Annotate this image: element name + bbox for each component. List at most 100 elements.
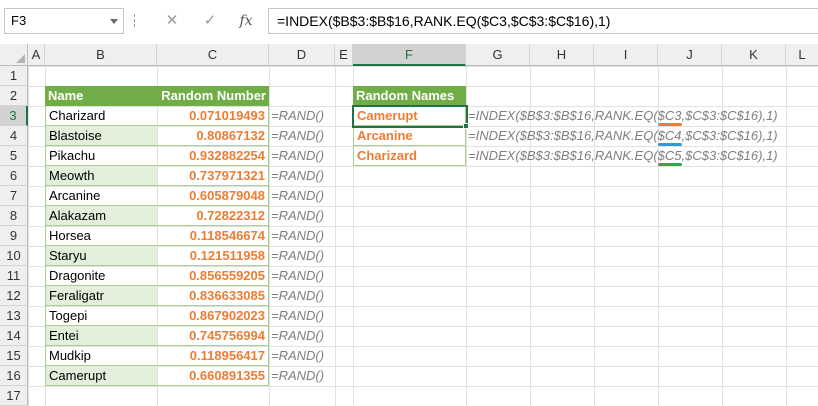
- formula-input[interactable]: =INDEX($B$3:$B$16,RANK.EQ($C3,$C$3:$C$16…: [268, 8, 818, 34]
- formula-bar-grip-icon[interactable]: [132, 12, 136, 30]
- enter-icon[interactable]: ✓: [196, 8, 224, 34]
- formula-cell-reference: $C3: [657, 108, 682, 126]
- row-header-14[interactable]: 14: [0, 326, 28, 346]
- formula-text-suffix: ,$C$3:$C$16),1): [681, 108, 778, 123]
- rand-formula-note: =RAND(): [271, 168, 325, 183]
- name-cell[interactable]: Charizard: [45, 106, 157, 126]
- row-header-4[interactable]: 4: [0, 126, 28, 146]
- random-number-cell[interactable]: 0.118546674: [157, 226, 269, 246]
- cancel-icon[interactable]: ✕: [158, 8, 186, 34]
- random-number-cell[interactable]: 0.836633085: [157, 286, 269, 306]
- formula-text-prefix: =INDEX($B$3:$B$16,RANK.EQ(: [468, 128, 658, 143]
- name-cell[interactable]: Staryu: [45, 246, 157, 266]
- formula-text-suffix: ,$C$3:$C$16),1): [681, 128, 778, 143]
- rand-formula-note: =RAND(): [271, 228, 325, 243]
- row-header-11[interactable]: 11: [0, 266, 28, 286]
- row-header-8[interactable]: 8: [0, 206, 28, 226]
- name-cell[interactable]: Horsea: [45, 226, 157, 246]
- table-header-name[interactable]: Name: [45, 86, 157, 106]
- insert-function-icon[interactable]: fx: [232, 8, 260, 34]
- row-header-3[interactable]: 3: [0, 106, 28, 126]
- column-header-d[interactable]: D: [269, 44, 335, 66]
- formula-text-prefix: =INDEX($B$3:$B$16,RANK.EQ(: [468, 108, 658, 123]
- rand-formula-note: =RAND(): [271, 128, 325, 143]
- index-formula-note: =INDEX($B$3:$B$16,RANK.EQ($C4 ,$C$3:$C$16…: [467, 126, 787, 146]
- column-header-i[interactable]: I: [594, 44, 658, 66]
- random-name-cell[interactable]: Arcanine: [353, 126, 466, 146]
- name-cell[interactable]: Togepi: [45, 306, 157, 326]
- name-box[interactable]: F3: [4, 8, 124, 34]
- select-all-corner[interactable]: [0, 44, 28, 66]
- name-cell[interactable]: Blastoise: [45, 126, 157, 146]
- row-header-2[interactable]: 2: [0, 86, 28, 106]
- name-cell[interactable]: Dragonite: [45, 266, 157, 286]
- random-number-cell[interactable]: 0.72822312: [157, 206, 269, 226]
- row-header-16[interactable]: 16: [0, 366, 28, 386]
- row-header-1[interactable]: 1: [0, 66, 28, 86]
- name-cell[interactable]: Camerupt: [45, 366, 157, 386]
- random-number-cell[interactable]: 0.80867132: [157, 126, 269, 146]
- row-header-17[interactable]: 17: [0, 386, 28, 406]
- formula-cell-reference: $C5: [657, 148, 682, 166]
- name-cell[interactable]: Pikachu: [45, 146, 157, 166]
- row-header-12[interactable]: 12: [0, 286, 28, 306]
- column-header-e[interactable]: E: [335, 44, 353, 66]
- reference-highlight-underline: [657, 163, 682, 166]
- name-box-dropdown-icon[interactable]: [110, 19, 118, 24]
- row-header-5[interactable]: 5: [0, 146, 28, 166]
- random-number-cell[interactable]: 0.745756994: [157, 326, 269, 346]
- index-formula-note: =INDEX($B$3:$B$16,RANK.EQ($C5 ,$C$3:$C$16…: [467, 146, 787, 166]
- rand-formula-note: =RAND(): [271, 108, 325, 123]
- rand-formula-note: =RAND(): [271, 208, 325, 223]
- rand-formula-note: =RAND(): [271, 148, 325, 163]
- random-number-cell[interactable]: 0.867902023: [157, 306, 269, 326]
- formula-bar: F3 ✕ ✓ fx =INDEX($B$3:$B$16,RANK.EQ($C3,…: [0, 0, 818, 44]
- column-header-a[interactable]: A: [28, 44, 45, 66]
- row-header-10[interactable]: 10: [0, 246, 28, 266]
- rand-formula-note: =RAND(): [271, 308, 325, 323]
- row-header-15[interactable]: 15: [0, 346, 28, 366]
- column-header-k[interactable]: K: [722, 44, 786, 66]
- row-header-9[interactable]: 9: [0, 226, 28, 246]
- column-header-j[interactable]: J: [658, 44, 722, 66]
- column-header-c[interactable]: C: [157, 44, 269, 66]
- random-name-cell[interactable]: Charizard: [353, 146, 466, 166]
- random-number-cell[interactable]: 0.737971321: [157, 166, 269, 186]
- name-box-value: F3: [11, 13, 27, 28]
- formula-text-prefix: =INDEX($B$3:$B$16,RANK.EQ(: [468, 148, 658, 163]
- random-number-cell[interactable]: 0.660891355: [157, 366, 269, 386]
- name-cell[interactable]: Feraligatr: [45, 286, 157, 306]
- rand-formula-note: =RAND(): [271, 268, 325, 283]
- column-header-b[interactable]: B: [45, 44, 157, 66]
- formula-text-suffix: ,$C$3:$C$16),1): [681, 148, 778, 163]
- random-number-cell[interactable]: 0.932882254: [157, 146, 269, 166]
- rand-formula-note: =RAND(): [271, 348, 325, 363]
- table-header-random-names[interactable]: Random Names: [353, 86, 466, 106]
- rand-formula-note: =RAND(): [271, 248, 325, 263]
- name-cell[interactable]: Meowth: [45, 166, 157, 186]
- name-cell[interactable]: Entei: [45, 326, 157, 346]
- column-header-l[interactable]: L: [786, 44, 818, 66]
- name-cell[interactable]: Arcanine: [45, 186, 157, 206]
- random-number-cell[interactable]: 0.605879048: [157, 186, 269, 206]
- formula-cell-reference: $C4: [657, 128, 682, 146]
- random-number-cell[interactable]: 0.856559205: [157, 266, 269, 286]
- row-header-13[interactable]: 13: [0, 306, 28, 326]
- fill-handle[interactable]: [463, 123, 469, 129]
- rand-formula-note: =RAND(): [271, 188, 325, 203]
- random-number-cell[interactable]: 0.121511958: [157, 246, 269, 266]
- row-header-6[interactable]: 6: [0, 166, 28, 186]
- table-header-random-number[interactable]: Random Number: [157, 86, 269, 106]
- rand-formula-note: =RAND(): [271, 328, 325, 343]
- row-header-7[interactable]: 7: [0, 186, 28, 206]
- column-header-h[interactable]: H: [530, 44, 594, 66]
- column-header-g[interactable]: G: [466, 44, 530, 66]
- random-number-cell[interactable]: 0.071019493: [157, 106, 269, 126]
- active-cell-selection[interactable]: [352, 105, 468, 128]
- index-formula-note: =INDEX($B$3:$B$16,RANK.EQ($C3 ,$C$3:$C$16…: [467, 106, 787, 126]
- name-cell[interactable]: Alakazam: [45, 206, 157, 226]
- random-number-cell[interactable]: 0.118956417: [157, 346, 269, 366]
- column-header-f[interactable]: F: [353, 44, 466, 66]
- name-cell[interactable]: Mudkip: [45, 346, 157, 366]
- rand-formula-note: =RAND(): [271, 368, 325, 383]
